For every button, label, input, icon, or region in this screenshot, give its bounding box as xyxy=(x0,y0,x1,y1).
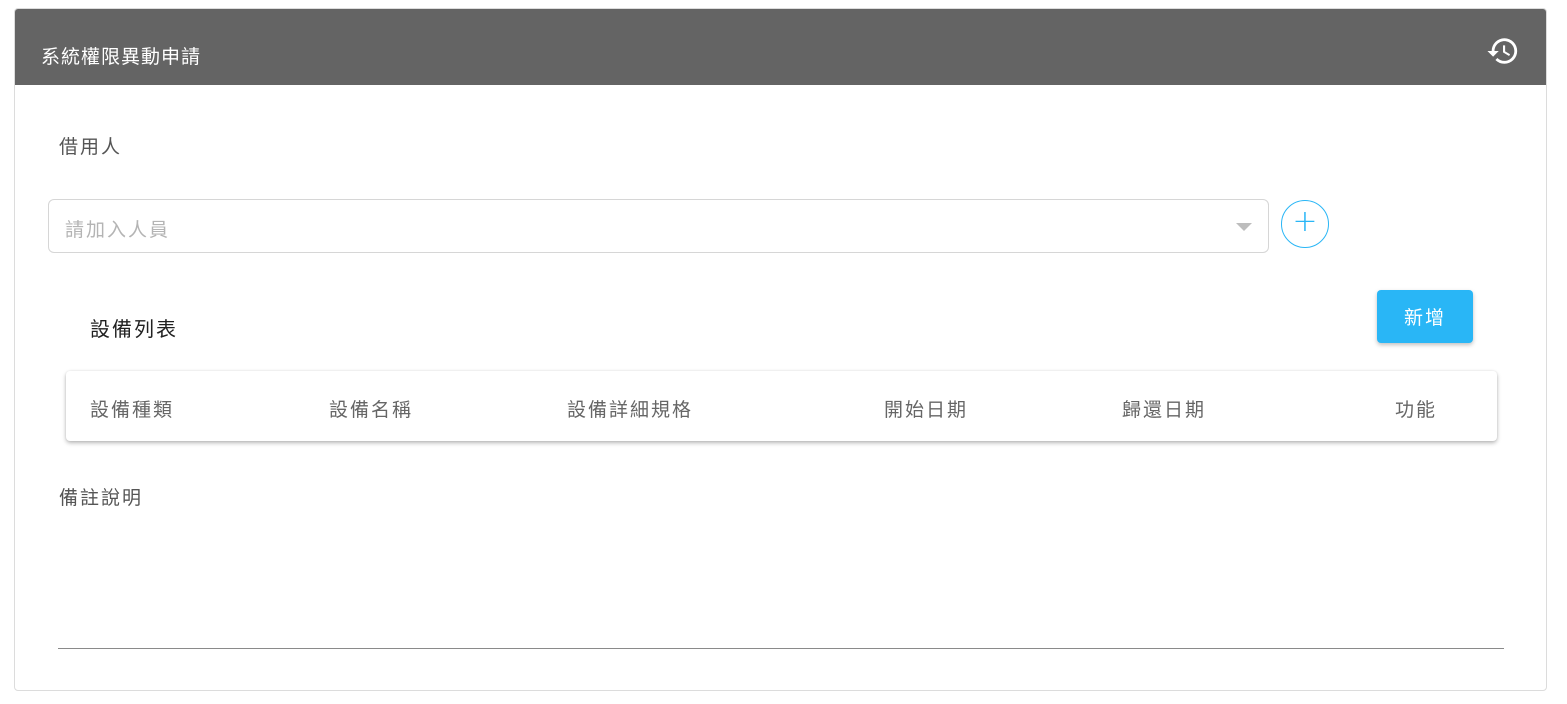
notes-label: 備註說明 xyxy=(59,487,144,509)
column-header-type: 設備種類 xyxy=(90,399,175,421)
form-header: 系統權限異動申請 xyxy=(15,9,1546,85)
add-equipment-button[interactable]: 新增 xyxy=(1377,290,1473,343)
column-header-actions: 功能 xyxy=(1395,399,1438,421)
column-header-name: 設備名稱 xyxy=(329,399,414,421)
borrower-select-placeholder: 請加入人員 xyxy=(65,219,171,241)
equipment-list-title: 設備列表 xyxy=(90,317,178,341)
column-header-spec: 設備詳細規格 xyxy=(567,399,694,421)
column-header-start-date: 開始日期 xyxy=(884,399,969,421)
borrower-select[interactable]: 請加入人員 xyxy=(48,199,1269,253)
column-header-return-date: 歸還日期 xyxy=(1122,399,1207,421)
request-form-card: 系統權限異動申請 借用人 請加入人員 + 設備列表 新增 設備種類 設備名稱 設… xyxy=(14,8,1547,691)
notes-textarea[interactable] xyxy=(58,519,1504,649)
page-title: 系統權限異動申請 xyxy=(41,46,202,68)
equipment-table-header: 設備種類 設備名稱 設備詳細規格 開始日期 歸還日期 功能 xyxy=(66,371,1497,441)
caret-down-icon xyxy=(1236,223,1252,231)
history-icon[interactable] xyxy=(1486,34,1520,68)
borrower-label: 借用人 xyxy=(59,136,123,158)
add-borrower-button[interactable]: + xyxy=(1281,200,1329,248)
